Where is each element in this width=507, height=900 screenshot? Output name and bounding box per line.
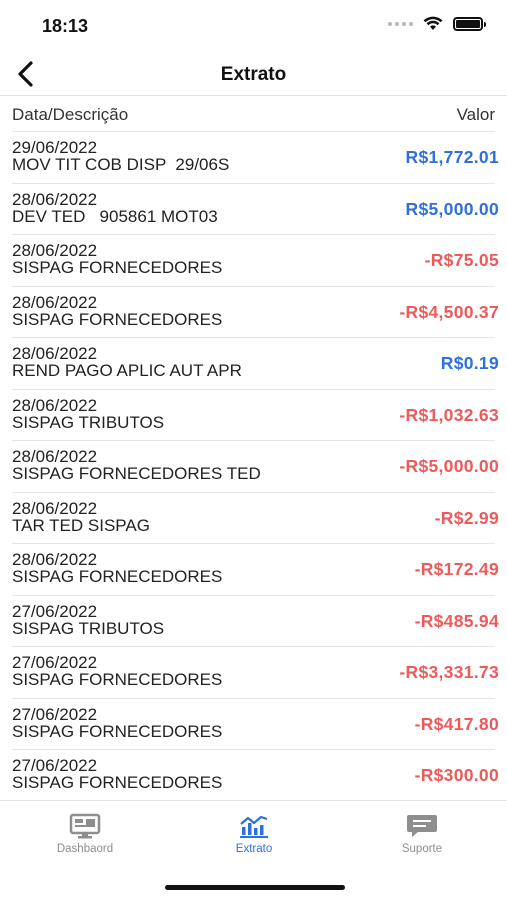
transaction-amount: -R$3,331.73 xyxy=(399,662,499,682)
transaction-description: TAR TED SISPAG xyxy=(12,515,150,535)
chart-icon xyxy=(240,815,268,838)
wifi-icon xyxy=(423,16,443,30)
status-icons xyxy=(388,16,486,31)
transaction-description: SISPAG FORNECEDORES xyxy=(12,721,223,741)
transaction-description: SISPAG FORNECEDORES TED xyxy=(12,464,261,483)
transaction-row[interactable]: 28/06/2022 SISPAG FORNECEDORES TED -R$5,… xyxy=(12,440,499,492)
transaction-description: SISPAG TRIBUTOS xyxy=(12,412,165,432)
transaction-row[interactable]: 27/06/2022 SISPAG TRIBUTOS -R$485.94 xyxy=(12,594,499,647)
transaction-description: REND PAGO APLIC AUT APR xyxy=(12,361,242,380)
transaction-amount: -R$485.94 xyxy=(414,610,499,631)
tab-label: Dashbaord xyxy=(56,843,114,855)
status-bar: 18:13 xyxy=(0,0,507,52)
transaction-description: SISPAG FORNECEDORES xyxy=(12,773,223,792)
transaction-amount: -R$4,500.37 xyxy=(399,301,499,322)
transaction-description: SISPAG FORNECEDORES xyxy=(12,309,223,329)
nav-bar: Extrato xyxy=(0,52,507,96)
transaction-row[interactable]: 27/06/2022 SISPAG FORNECEDORES -R$300.00 xyxy=(12,749,499,801)
monitor-icon xyxy=(69,813,101,839)
transaction-row[interactable]: 29/06/2022 MOV TIT COB DISP 29/06S R$1,7… xyxy=(12,131,499,183)
transaction-amount: -R$172.49 xyxy=(414,559,499,579)
transaction-row[interactable]: 28/06/2022 REND PAGO APLIC AUT APR R$0.1… xyxy=(12,337,499,389)
tab-extrato[interactable]: Extrato xyxy=(194,813,314,855)
transaction-description: SISPAG FORNECEDORES xyxy=(12,670,223,689)
transaction-amount: -R$5,000.00 xyxy=(399,456,499,476)
cellular-signal-icon xyxy=(388,21,413,26)
chat-icon xyxy=(407,815,437,837)
transaction-list[interactable]: 29/06/2022 MOV TIT COB DISP 29/06S R$1,7… xyxy=(0,131,507,801)
transaction-row[interactable]: 28/06/2022 TAR TED SISPAG -R$2.99 xyxy=(12,491,499,544)
battery-icon xyxy=(453,16,486,31)
transaction-description: SISPAG FORNECEDORES xyxy=(12,258,223,277)
status-time: 18:13 xyxy=(42,16,89,36)
transaction-amount: R$5,000.00 xyxy=(405,198,499,219)
tab-label: Suporte xyxy=(401,843,443,855)
transaction-description: DEV TED 905861 MOT03 xyxy=(12,206,218,226)
transaction-row[interactable]: 28/06/2022 SISPAG FORNECEDORES -R$4,500.… xyxy=(12,285,499,338)
transaction-description: MOV TIT COB DISP 29/06S xyxy=(12,155,230,174)
tab-dashboard[interactable]: Dashbaord xyxy=(25,813,145,855)
column-header-date-description: Data/Descrição xyxy=(12,105,129,124)
transaction-date: 27/06/2022 xyxy=(12,601,98,621)
transaction-amount: R$1,772.01 xyxy=(405,147,499,167)
transaction-row[interactable]: 28/06/2022 SISPAG FORNECEDORES -R$75.05 xyxy=(12,234,499,286)
transaction-row[interactable]: 28/06/2022 SISPAG TRIBUTOS -R$1,032.63 xyxy=(12,388,499,441)
transaction-row[interactable]: 27/06/2022 SISPAG FORNECEDORES -R$3,331.… xyxy=(12,646,499,698)
transaction-row[interactable]: 28/06/2022 SISPAG FORNECEDORES -R$172.49 xyxy=(12,543,499,595)
transaction-amount: -R$1,032.63 xyxy=(399,404,499,425)
tab-suporte[interactable]: Suporte xyxy=(362,813,482,855)
transaction-row[interactable]: 28/06/2022 DEV TED 905861 MOT03 R$5,000.… xyxy=(12,182,499,235)
transaction-row[interactable]: 27/06/2022 SISPAG FORNECEDORES -R$417.80 xyxy=(12,697,499,750)
transaction-date: 28/06/2022 xyxy=(12,395,98,415)
column-header: Data/Descrição Valor xyxy=(0,97,507,131)
transaction-date: 28/06/2022 xyxy=(12,189,98,209)
transaction-description: SISPAG TRIBUTOS xyxy=(12,618,165,638)
transaction-amount: -R$2.99 xyxy=(434,507,499,528)
transaction-description: SISPAG FORNECEDORES xyxy=(12,567,223,586)
tab-label: Extrato xyxy=(235,843,273,855)
transaction-amount: -R$75.05 xyxy=(424,250,499,270)
page-title: Extrato xyxy=(220,64,287,85)
transaction-date: 28/06/2022 xyxy=(12,292,98,312)
column-header-value: Valor xyxy=(456,105,495,124)
transaction-amount: R$0.19 xyxy=(440,353,499,373)
transaction-date: 27/06/2022 xyxy=(12,704,98,724)
transaction-date: 28/06/2022 xyxy=(12,498,98,518)
transaction-amount: -R$417.80 xyxy=(414,713,499,734)
home-indicator[interactable] xyxy=(165,885,345,890)
transaction-amount: -R$300.00 xyxy=(414,765,499,785)
